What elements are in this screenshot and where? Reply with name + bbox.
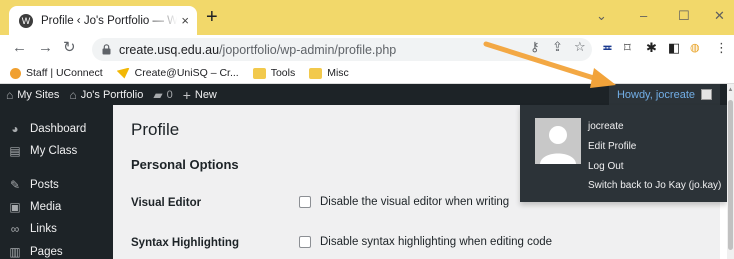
url-text: create.usq.edu.au/joportfolio/wp-admin/p… xyxy=(119,42,397,57)
wp-admin-bar: ⌂ My Sites ⌂ Jo's Portfolio ▰ 0 + New Ho… xyxy=(0,84,734,105)
forward-button[interactable]: → xyxy=(38,39,53,57)
wp-admin-sidebar: ◕ Dashboard ▤ My Class ✎ Posts ▣ Media ∞… xyxy=(0,105,113,259)
tab-search-icon[interactable]: ⌄ xyxy=(596,8,607,24)
extension-icon[interactable]: ≖ xyxy=(602,41,613,55)
section-title-personal-options: Personal Options xyxy=(131,157,239,172)
pin-icon: ✎ xyxy=(9,178,21,192)
option-text: Disable the visual editor when writing xyxy=(320,196,510,208)
my-class-icon: ▤ xyxy=(9,144,21,158)
browser-tab-strip: W Profile ‹ Jo's Portfolio — WordPress ×… xyxy=(0,0,734,35)
sidebar-item-label: Posts xyxy=(30,179,59,191)
password-key-icon[interactable]: ⚷ xyxy=(530,39,540,55)
staff-icon xyxy=(10,67,21,79)
edit-profile-link[interactable]: Edit Profile xyxy=(588,141,636,152)
log-out-link[interactable]: Log Out xyxy=(588,161,624,172)
admin-bar-label: New xyxy=(194,88,217,101)
dropdown-username[interactable]: jocreate xyxy=(588,121,624,132)
sidebar-item-label: Links xyxy=(30,223,57,235)
option-text: Disable syntax highlighting when editing… xyxy=(320,236,553,248)
page-scrollbar[interactable]: ▲ xyxy=(727,84,734,259)
disable-visual-editor-checkbox[interactable] xyxy=(299,196,311,208)
bookmark-label: Staff | UConnect xyxy=(26,67,103,79)
bookmark-label: Misc xyxy=(327,67,349,79)
sidebar-item-label: Dashboard xyxy=(30,123,87,135)
disable-syntax-highlighting-checkbox[interactable] xyxy=(299,236,311,248)
home-icon: ⌂ xyxy=(69,87,77,102)
sidebar-item-pages[interactable]: ▥ Pages xyxy=(0,242,113,259)
scrollbar-thumb[interactable] xyxy=(728,100,733,250)
sidebar-item-my-class[interactable]: ▤ My Class xyxy=(0,141,113,161)
sidebar-item-links[interactable]: ∞ Links xyxy=(0,219,113,239)
wordpress-favicon-icon: W xyxy=(19,13,33,28)
browser-menu-icon[interactable]: ⋮ xyxy=(715,41,728,55)
back-button[interactable]: ← xyxy=(12,39,27,57)
bookmarks-bar: Staff | UConnect Create@UniSQ – Cr... To… xyxy=(0,63,734,84)
bookmark-folder-misc[interactable]: Misc xyxy=(309,67,349,79)
sidebar-item-label: Pages xyxy=(30,246,63,258)
sidebar-item-label: Media xyxy=(30,201,62,213)
visual-editor-label: Visual Editor xyxy=(131,197,202,209)
sidebar-item-label: My Class xyxy=(30,145,78,157)
bookmark-label: Create@UniSQ – Cr... xyxy=(134,67,239,79)
address-bar[interactable]: create.usq.edu.au/joportfolio/wp-admin/p… xyxy=(92,38,592,61)
howdy-text: Howdy, jocreate xyxy=(616,88,695,101)
folder-icon xyxy=(252,67,266,79)
my-sites-icon: ⌂ xyxy=(6,87,14,102)
plus-icon: + xyxy=(182,86,191,103)
admin-bar-new-content[interactable]: + New xyxy=(183,87,217,103)
visual-editor-option[interactable]: Disable the visual editor when writing xyxy=(299,196,509,208)
comment-count: 0 xyxy=(166,88,173,101)
admin-bar-label: Jo's Portfolio xyxy=(80,88,144,101)
lock-icon xyxy=(102,44,111,55)
bookmark-create-unisq[interactable]: Create@UniSQ – Cr... xyxy=(116,67,239,79)
sidebar-item-media[interactable]: ▣ Media xyxy=(0,197,113,217)
admin-bar-my-account[interactable]: Howdy, jocreate xyxy=(608,84,720,105)
tab-title: Profile ‹ Jo's Portfolio — WordPress xyxy=(41,14,178,27)
extensions-puzzle-icon[interactable]: ✱ xyxy=(646,41,657,55)
syntax-highlighting-label: Syntax Highlighting xyxy=(131,237,239,249)
switch-back-link[interactable]: Switch back to Jo Kay (jo.kay) xyxy=(588,180,721,191)
my-account-dropdown: jocreate Edit Profile Log Out Switch bac… xyxy=(520,105,727,202)
admin-bar-comments[interactable]: ▰ 0 xyxy=(153,88,172,102)
syntax-highlighting-option[interactable]: Disable syntax highlighting when editing… xyxy=(299,236,552,248)
scroll-up-arrow-icon[interactable]: ▲ xyxy=(727,87,734,93)
admin-bar-site-name[interactable]: ⌂ Jo's Portfolio xyxy=(69,88,143,102)
bookmark-star-icon[interactable]: ☆ xyxy=(574,39,586,55)
tab-close-icon[interactable]: × xyxy=(181,13,189,28)
minimize-button[interactable]: – xyxy=(640,8,647,23)
default-avatar-icon xyxy=(535,118,581,164)
sidebar-item-dashboard[interactable]: ◕ Dashboard xyxy=(0,119,113,139)
maximize-button[interactable]: ☐ xyxy=(678,8,690,24)
share-icon[interactable]: ⇪ xyxy=(552,39,563,55)
comments-icon: ▰ xyxy=(153,87,163,102)
bookmark-folder-tools[interactable]: Tools xyxy=(252,67,296,79)
media-icon: ▣ xyxy=(9,200,21,214)
create-icon xyxy=(116,67,130,79)
browser-tab[interactable]: W Profile ‹ Jo's Portfolio — WordPress × xyxy=(9,6,197,35)
avatar-small-icon xyxy=(701,89,712,100)
pages-icon: ▥ xyxy=(9,245,21,259)
screenshot-extension-icon[interactable]: ⌑ xyxy=(624,41,631,55)
bookmark-label: Tools xyxy=(270,67,296,79)
admin-bar-my-sites[interactable]: ⌂ My Sites xyxy=(6,88,59,102)
links-icon: ∞ xyxy=(10,222,20,236)
sidebar-item-posts[interactable]: ✎ Posts xyxy=(0,175,113,195)
bookmark-staff-uconnect[interactable]: Staff | UConnect xyxy=(10,67,103,79)
avatar[interactable] xyxy=(535,118,581,164)
new-tab-button[interactable]: + xyxy=(206,7,218,27)
dashboard-icon: ◕ xyxy=(11,122,19,136)
side-panel-icon[interactable]: ◧ xyxy=(668,41,680,55)
admin-bar-label: My Sites xyxy=(17,88,60,101)
page-title: Profile xyxy=(131,120,180,139)
reload-button[interactable]: ↻ xyxy=(63,39,76,57)
folder-icon xyxy=(309,67,323,79)
browser-toolbar: ← → ↻ create.usq.edu.au/joportfolio/wp-a… xyxy=(0,35,734,63)
close-window-button[interactable]: ✕ xyxy=(714,8,725,24)
profile-avatar-icon[interactable]: ◍ xyxy=(690,41,700,55)
